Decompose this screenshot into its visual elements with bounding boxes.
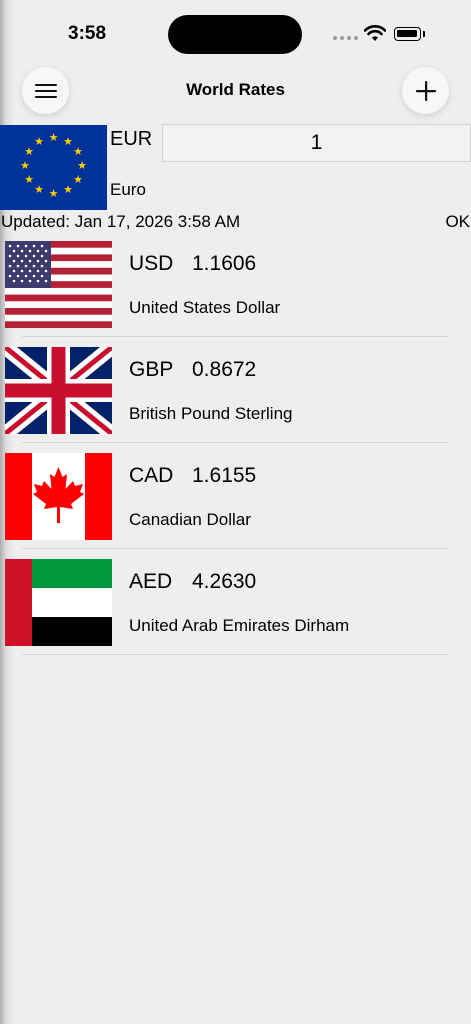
currency-rate: 1.6155 (192, 464, 257, 487)
currency-name: United States Dollar (129, 298, 281, 317)
eu-flag-icon: ★ ★ ★ ★ ★ ★ ★ ★ ★ ★ ★ ★ (0, 125, 107, 210)
currency-rate: 1.1606 (192, 252, 257, 275)
svg-text:★: ★ (49, 187, 59, 200)
page-title: World Rates (186, 80, 285, 99)
status-ok: OK (445, 212, 470, 231)
signal-dots-icon (333, 36, 358, 40)
dynamic-island (168, 15, 302, 54)
currency-code: USD (129, 252, 174, 275)
svg-text:★: ★ (73, 145, 83, 158)
battery-icon (394, 27, 421, 41)
rate-row-aed[interactable]: AED 4.2630 United Arab Emirates Dirham (0, 549, 471, 655)
wifi-icon (364, 25, 386, 41)
rate-row-usd[interactable]: USD 1.1606 United States Dollar (0, 231, 471, 337)
updated-timestamp: Updated: Jan 17, 2026 3:58 AM (1, 212, 241, 231)
row-divider (22, 654, 449, 655)
rate-list: USD 1.1606 United States Dollar GBP 0.86… (0, 231, 471, 655)
canada-flag-icon (5, 453, 112, 540)
currency-rate: 0.8672 (192, 358, 257, 381)
svg-text:★: ★ (49, 131, 59, 144)
svg-text:★: ★ (77, 159, 87, 172)
currency-code: AED (129, 570, 173, 593)
svg-text:★: ★ (20, 159, 30, 172)
svg-text:★: ★ (73, 173, 83, 186)
add-currency-button[interactable] (402, 67, 449, 114)
svg-text:★: ★ (63, 183, 73, 196)
rate-row-cad[interactable]: CAD 1.6155 Canadian Dollar (0, 443, 471, 549)
currency-name: British Pound Sterling (129, 404, 293, 423)
us-flag-icon (5, 241, 112, 328)
uk-flag-icon (5, 347, 112, 434)
base-currency-name: Euro (110, 180, 146, 199)
svg-text:★: ★ (34, 183, 44, 196)
svg-text:★: ★ (24, 173, 34, 186)
svg-text:★: ★ (24, 145, 34, 158)
currency-code: CAD (129, 464, 174, 487)
currency-name: Canadian Dollar (129, 510, 251, 529)
plus-icon (415, 80, 436, 101)
status-bar: 3:58 (0, 0, 471, 60)
rate-row-gbp[interactable]: GBP 0.8672 British Pound Sterling (0, 337, 471, 443)
currency-code: GBP (129, 358, 174, 381)
svg-text:★: ★ (34, 135, 44, 148)
currency-name: United Arab Emirates Dirham (129, 616, 350, 635)
base-currency-code: EUR (110, 128, 153, 150)
status-time: 3:58 (68, 23, 107, 44)
uae-flag-icon (5, 559, 112, 646)
battery-tip (423, 31, 425, 37)
amount-input[interactable] (162, 124, 471, 162)
svg-text:★: ★ (63, 135, 73, 148)
currency-rate: 4.2630 (192, 570, 257, 593)
